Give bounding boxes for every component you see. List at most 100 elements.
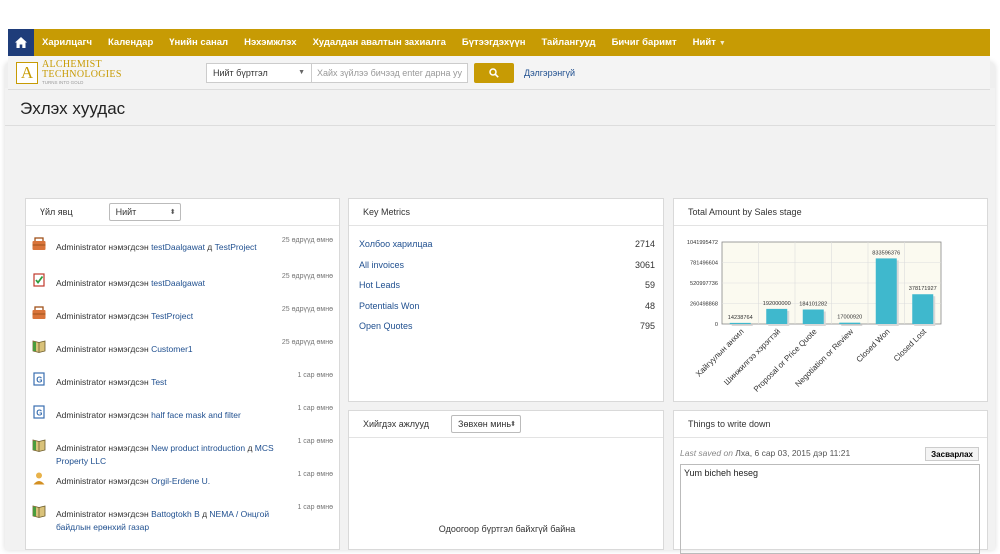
activity-record-link[interactable]: Customer1 — [151, 344, 193, 354]
activity-record-link[interactable]: half face mask and filter — [151, 410, 241, 420]
metric-label[interactable]: All invoices — [359, 260, 404, 270]
activity-record-link[interactable]: TestProject — [151, 311, 193, 321]
home-button[interactable] — [8, 29, 34, 56]
metric-value: 3061 — [634, 259, 655, 270]
tasks-empty-message: Одоогоор бүртгэл байхгүй байна — [438, 524, 576, 534]
nav-item-reports[interactable]: Тайлангууд — [533, 37, 603, 48]
nav-item-purchase-orders[interactable]: Худалдан авалтын захиалга — [305, 37, 454, 48]
activity-time: 1 сар өмнө — [297, 471, 333, 478]
activity-text: Administrator нэмэгдсэн half face mask a… — [56, 409, 286, 422]
tasks-panel-header: Хийгдэх ажлууд Зөвхөн минь ⬍ — [349, 411, 663, 438]
sales-stage-chart-panel: Total Amount by Sales stage 1041995472 78… — [673, 198, 988, 402]
notes-last-saved: Last saved on Лха, 6 сар 03, 2015 дэр 11… — [680, 448, 850, 458]
metric-value: 2714 — [634, 239, 655, 249]
key-metrics-title: Key Metrics — [363, 207, 411, 217]
bar-value-label: 833596376 — [872, 250, 900, 256]
metric-row: Hot Leads 59 — [359, 280, 655, 290]
metric-label[interactable]: Холбоо харилцаа — [359, 239, 432, 249]
nav-item-calendar[interactable]: Календар — [100, 37, 161, 48]
main-navbar: Харилцагч Календар Үнийн санал Нэхэмжлэх… — [8, 29, 990, 56]
activity-time: 1 сар өмнө — [297, 438, 333, 445]
activity-text: Administrator нэмэгдсэн TestProject — [56, 310, 286, 323]
logo-tagline: TURNS INTO GOLD — [42, 79, 84, 85]
book-icon — [32, 339, 46, 353]
activity-prefix: Administrator нэмэгдсэн — [56, 278, 152, 288]
activity-time: 1 сар өмнө — [297, 372, 333, 379]
bar-value-label: 184101282 — [799, 302, 827, 308]
activity-text: Administrator нэмэгдсэн Customer1 — [56, 343, 286, 356]
activity-connector: д — [245, 443, 255, 453]
nav-item-quotes[interactable]: Үнийн санал — [161, 37, 236, 48]
logo-text: ALCHEMIST TECHNOLOGIES TURNS INTO GOLD — [42, 59, 122, 86]
tasks-filter-select[interactable]: Зөвхөн минь ⬍ — [451, 415, 522, 433]
notes-panel: Things to write down Last saved on Лха, … — [673, 410, 988, 554]
book-icon — [32, 438, 46, 452]
chevron-down-icon: ▼ — [718, 40, 726, 47]
activity-filter-select[interactable]: Нийт ⬍ — [108, 203, 181, 221]
metric-row: Open Quotes 795 — [359, 321, 655, 331]
search-button[interactable] — [474, 62, 514, 83]
activity-item: Administrator нэмэгдсэн TestProject 25 өд… — [26, 306, 341, 336]
activity-record-link[interactable]: testDaalgawat — [151, 278, 205, 288]
x-category-label: Proposal or Price Quote — [752, 327, 819, 394]
activity-prefix: Administrator нэмэгдсэн — [56, 377, 152, 387]
metric-label[interactable]: Open Quotes — [359, 321, 413, 331]
metric-value: 59 — [644, 280, 655, 290]
company-logo[interactable]: A ALCHEMIST TECHNOLOGIES TURNS INTO GOLD — [16, 59, 206, 86]
metric-label[interactable]: Potentials Won — [359, 301, 419, 311]
activity-record-link[interactable]: Battogtokh B — [151, 509, 200, 519]
search-bar: A ALCHEMIST TECHNOLOGIES TURNS INTO GOLD… — [8, 56, 990, 90]
nav-item-documents[interactable]: Бичиг баримт — [604, 37, 685, 48]
briefcase-icon — [32, 306, 46, 320]
activity-record-link[interactable]: New product introduction — [151, 443, 245, 453]
activity-record-link[interactable]: testDaalgawat — [151, 242, 205, 252]
nav-item-invoices[interactable]: Нэхэмжлэх — [236, 37, 304, 48]
activity-prefix: Administrator нэмэгдсэн — [56, 509, 152, 519]
advanced-search-link[interactable]: Дэлгэрэнгүй — [524, 68, 575, 78]
activity-prefix: Administrator нэмэгдсэн — [56, 242, 152, 252]
activity-time: 1 сар өмнө — [297, 405, 333, 412]
nav-item-products[interactable]: Бүтээгдэхүүн — [454, 37, 534, 48]
divider — [5, 125, 995, 126]
activity-item: Administrator нэмэгдсэн Orgil-Erdene U. 1… — [26, 471, 341, 501]
briefcase-icon — [32, 237, 46, 251]
activity-prefix: Administrator нэмэгдсэн — [56, 410, 152, 420]
logo-name-line2: TECHNOLOGIES — [42, 68, 122, 80]
nav-item-all[interactable]: Нийт ▼ — [685, 37, 734, 48]
activity-prefix: Administrator нэмэгдсэн — [56, 443, 152, 453]
bar — [912, 294, 934, 324]
metric-label[interactable]: Hot Leads — [359, 280, 400, 290]
notes-textarea[interactable]: Yum bicheh heseg — [680, 464, 980, 554]
activity-text: Administrator нэмэгдсэн Battogtokh B д N… — [56, 508, 286, 534]
metric-row: All invoices 3061 — [359, 260, 655, 270]
nav-item-all-label: Нийт — [692, 37, 716, 48]
activity-panel: Үйл явц Нийт ⬍ Administrator нэмэгдсэн t… — [25, 198, 340, 550]
notes-edit-button[interactable]: Засварлах — [925, 447, 979, 461]
notes-saved-label: Last saved on — [680, 448, 733, 458]
nav-item-contacts[interactable]: Харилцагч — [34, 37, 100, 48]
bar-value-label: 14238764 — [728, 315, 753, 321]
activity-time: 25 өдрүүд өмнө — [281, 273, 333, 280]
bar-shadow — [841, 324, 863, 326]
metric-value: 48 — [644, 300, 655, 311]
logo-mark: A — [16, 61, 38, 84]
search-input[interactable]: Хайх зүйлээ бичээд enter дарна уу — [312, 62, 468, 83]
activity-time: 25 өдрүүд өмнө — [281, 237, 333, 244]
activity-time: 25 өдрүүд өмнө — [281, 339, 333, 346]
activity-text: Administrator нэмэгдсэн testDaalgawat д … — [56, 241, 286, 254]
bar — [875, 258, 897, 324]
page-title: Эхлэх хуудас — [20, 99, 126, 118]
activity-item: Administrator нэмэгдсэн Customer1 25 өдрү… — [26, 339, 341, 369]
search-scope-select[interactable]: Нийт бүртгэл ▼ — [206, 62, 312, 83]
metric-row: Potentials Won 48 — [359, 301, 655, 311]
activity-record-link[interactable]: Orgil-Erdene U. — [151, 476, 210, 486]
activity-parent-link[interactable]: TestProject — [215, 242, 257, 252]
activity-prefix: Administrator нэмэгдсэн — [56, 344, 152, 354]
activity-record-link[interactable]: Test — [151, 377, 167, 387]
activity-connector: д — [204, 242, 215, 252]
activity-connector: д — [199, 509, 210, 519]
y-tick-label: 520997736 — [690, 281, 718, 287]
chart-panel-title: Total Amount by Sales stage — [688, 207, 802, 217]
activity-text: Administrator нэмэгдсэн Test — [56, 376, 286, 389]
svg-text:G: G — [36, 409, 42, 418]
